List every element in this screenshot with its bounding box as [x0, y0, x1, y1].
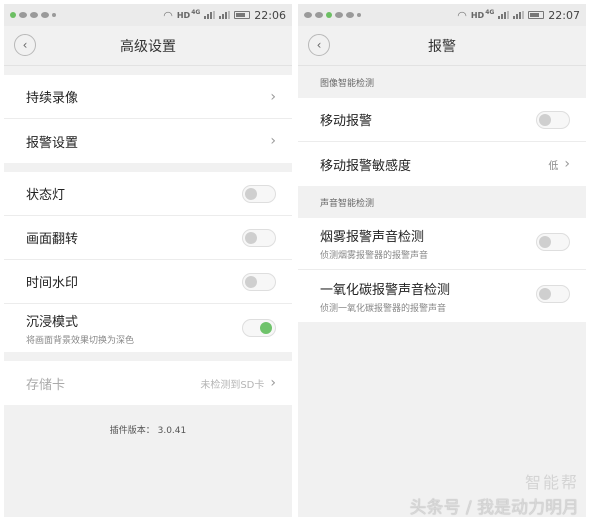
co-alarm-toggle[interactable]	[536, 285, 570, 303]
row-storage-card[interactable]: 存储卡 未检测到SD卡 ›	[4, 361, 292, 405]
more-icon	[357, 13, 361, 17]
row-continuous-recording[interactable]: 持续录像 ›	[4, 75, 292, 119]
battery-icon	[234, 11, 251, 19]
title-bar: ‹ 高级设置	[4, 26, 292, 66]
chat-icon	[19, 12, 27, 18]
clock: 22:06	[254, 8, 286, 22]
settings-group-recording: 持续录像 › 报警设置 ›	[4, 75, 292, 163]
row-description: 侦测一氧化碳报警器的报警声音	[320, 303, 447, 314]
chat-icon	[335, 12, 343, 18]
settings-group-sound-detection: 烟雾报警声音检测 侦测烟雾报警器的报警声音 一氧化碳报警声音检测 侦测一氧化碳报…	[298, 218, 586, 322]
settings-group-display: 状态灯 画面翻转 时间水印 沉浸模式 将画面背景效果切换为深色	[4, 172, 292, 352]
title-bar: ‹ 报警	[298, 26, 586, 66]
notification-icons	[10, 12, 56, 18]
settings-group-image-detection: 移动报警 移动报警敏感度 低 ›	[298, 98, 586, 186]
time-watermark-toggle[interactable]	[242, 272, 276, 291]
motion-alarm-toggle[interactable]	[536, 110, 570, 129]
clock: 22:07	[548, 8, 580, 22]
signal-icon	[498, 11, 510, 19]
battery-icon	[528, 11, 545, 19]
section-header-sound-detection: 声音智能检测	[320, 198, 375, 209]
more-icon	[52, 13, 56, 17]
chevron-right-icon: ›	[564, 156, 570, 172]
watermark: 智能帮 头条号 / 我是动力明月	[409, 469, 579, 518]
chevron-left-icon: ‹	[316, 38, 322, 52]
chat-icon	[315, 12, 323, 18]
notification-icons	[304, 12, 361, 18]
plugin-version: 插件版本： 3.0.41	[109, 426, 187, 436]
screen-advanced-settings: ◠ HD 4G 22:06 ‹ 高级设置 持续录像 › 报警设置 › 状态灯 画…	[4, 4, 292, 517]
row-alarm-settings[interactable]: 报警设置 ›	[4, 119, 292, 163]
app-icon	[10, 12, 16, 18]
row-status-light: 状态灯	[4, 172, 292, 216]
row-label: 存储卡	[26, 377, 66, 393]
network-type: HD	[470, 10, 485, 20]
smoke-alarm-toggle[interactable]	[536, 233, 570, 251]
sensitivity-value: 低	[548, 160, 559, 172]
network-type: HD	[176, 10, 191, 20]
row-label: 持续录像	[26, 91, 79, 106]
signal-icon	[204, 11, 216, 19]
page-title: 高级设置	[120, 38, 176, 55]
row-image-flip: 画面翻转	[4, 216, 292, 260]
back-button[interactable]: ‹	[308, 34, 330, 56]
row-description: 侦测烟雾报警器的报警声音	[320, 251, 429, 261]
settings-group-storage: 存储卡 未检测到SD卡 ›	[4, 361, 292, 405]
signal-icon	[219, 11, 231, 19]
back-button[interactable]: ‹	[14, 34, 36, 56]
page-title: 报警	[428, 38, 456, 55]
row-label: 报警设置	[26, 135, 79, 151]
chevron-right-icon: ›	[270, 375, 276, 391]
status-light-toggle[interactable]	[242, 184, 276, 203]
row-label: 画面翻转	[26, 232, 79, 247]
screen-alarm: ◠ HD 4G 22:07 ‹ 报警 图像智能检测 移动报警 移动报警敏感度 低…	[298, 4, 586, 517]
row-label: 时间水印	[26, 276, 79, 291]
image-flip-toggle[interactable]	[242, 228, 276, 247]
storage-status: 未检测到SD卡	[200, 379, 265, 391]
wifi-icon: ◠	[457, 8, 467, 22]
chevron-right-icon: ›	[270, 133, 276, 149]
watermark-text: 头条号 / 我是动力明月	[409, 498, 579, 518]
row-motion-alarm: 移动报警	[298, 98, 586, 142]
chevron-left-icon: ‹	[22, 38, 28, 52]
signal-icon	[513, 11, 525, 19]
row-co-alarm-detection: 一氧化碳报警声音检测 侦测一氧化碳报警器的报警声音	[298, 270, 586, 322]
row-label: 移动报警敏感度	[320, 158, 412, 174]
app-icon	[326, 12, 332, 18]
network-generation: 4G	[191, 9, 201, 16]
row-label: 一氧化碳报警声音检测	[320, 282, 451, 298]
wifi-icon: ◠	[163, 8, 173, 22]
row-description: 将画面背景效果切换为深色	[26, 335, 135, 346]
row-label: 移动报警	[320, 114, 373, 129]
row-label: 状态灯	[26, 188, 66, 203]
chat-icon	[41, 12, 49, 18]
watermark-logo: 智能帮	[524, 473, 579, 492]
row-immersive-mode: 沉浸模式 将画面背景效果切换为深色	[4, 304, 292, 352]
chat-icon	[346, 12, 354, 18]
chat-icon	[304, 12, 312, 18]
chat-icon	[30, 12, 38, 18]
row-motion-sensitivity[interactable]: 移动报警敏感度 低 ›	[298, 142, 586, 186]
status-bar: ◠ HD 4G 22:07	[298, 4, 586, 26]
chevron-right-icon: ›	[270, 88, 276, 105]
section-header-image-detection: 图像智能检测	[320, 78, 375, 89]
row-label: 烟雾报警声音检测	[320, 230, 425, 245]
network-generation: 4G	[485, 9, 495, 16]
row-time-watermark: 时间水印	[4, 260, 292, 304]
status-bar: ◠ HD 4G 22:06	[4, 4, 292, 26]
row-label: 沉浸模式	[26, 314, 79, 330]
immersive-mode-toggle[interactable]	[242, 319, 276, 337]
row-smoke-alarm-detection: 烟雾报警声音检测 侦测烟雾报警器的报警声音	[298, 218, 586, 270]
